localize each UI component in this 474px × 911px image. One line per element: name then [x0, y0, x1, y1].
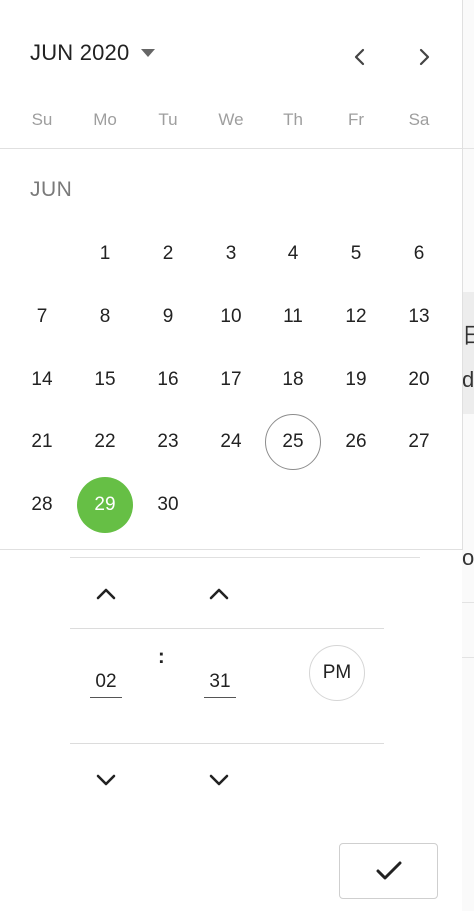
- weekday-header: Su Mo Tu We Th Fr Sa: [0, 110, 462, 136]
- calendar-day[interactable]: 19: [328, 352, 384, 408]
- calendar-day[interactable]: 15: [77, 352, 133, 408]
- chevron-up-icon: [96, 588, 116, 600]
- calendar-panel: JUN 2020 Su Mo Tu We Th Fr Sa JUN 123456…: [0, 0, 463, 550]
- weekday-label: Tu: [158, 110, 178, 129]
- calendar-day[interactable]: 21: [14, 414, 70, 470]
- calendar-day[interactable]: 17: [203, 352, 259, 408]
- calendar-day[interactable]: 7: [14, 289, 70, 345]
- weekday-label: Mo: [93, 110, 117, 129]
- caret-down-icon: [141, 49, 156, 57]
- calendar-day[interactable]: 10: [203, 289, 259, 345]
- weekday-label: Sa: [408, 110, 430, 129]
- background-divider: [462, 657, 474, 658]
- calendar-day[interactable]: 20: [391, 352, 447, 408]
- weekday-label: Th: [283, 110, 303, 129]
- background-divider: [462, 602, 474, 603]
- background-page-edge: 日 de os: [462, 0, 474, 911]
- background-text: os: [462, 545, 474, 570]
- calendar-day[interactable]: 22: [77, 414, 133, 470]
- calendar-day[interactable]: 9: [140, 289, 196, 345]
- calendar-day[interactable]: 1: [77, 226, 133, 282]
- chevron-up-icon: [209, 588, 229, 600]
- time-separator: :: [158, 646, 165, 668]
- confirm-button[interactable]: [339, 843, 438, 899]
- time-picker-top-divider: [70, 557, 420, 558]
- calendar-day[interactable]: 4: [265, 226, 321, 282]
- calendar-day[interactable]: 5: [328, 226, 384, 282]
- weekday-label: Fr: [347, 110, 365, 129]
- weekday-label: Su: [31, 110, 53, 129]
- calendar-day[interactable]: 26: [328, 414, 384, 470]
- calendar-day[interactable]: 13: [391, 289, 447, 345]
- calendar-day[interactable]: 3: [203, 226, 259, 282]
- chevron-left-icon: [354, 48, 365, 66]
- calendar-day[interactable]: 27: [391, 414, 447, 470]
- background-text: 日: [462, 323, 474, 348]
- calendar-day[interactable]: 2: [140, 226, 196, 282]
- next-month-button[interactable]: [407, 40, 441, 74]
- month-heading: JUN: [30, 178, 73, 201]
- calendar-day[interactable]: 14: [14, 352, 70, 408]
- hour-decrement-button[interactable]: [86, 760, 126, 800]
- calendar-day[interactable]: 11: [265, 289, 321, 345]
- background-text: de: [462, 367, 474, 392]
- time-picker-divider: [70, 743, 384, 744]
- calendar-day[interactable]: 8: [77, 289, 133, 345]
- hour-increment-button[interactable]: [86, 574, 126, 614]
- calendar-day[interactable]: 24: [203, 414, 259, 470]
- weekday-label: We: [218, 110, 244, 129]
- time-picker-divider: [70, 628, 384, 629]
- checkmark-icon: [376, 861, 401, 880]
- calendar-day[interactable]: 6: [391, 226, 447, 282]
- calendar-day[interactable]: 23: [140, 414, 196, 470]
- minute-increment-button[interactable]: [199, 574, 239, 614]
- month-year-label: JUN 2020: [30, 40, 130, 65]
- header-divider: [0, 148, 462, 149]
- calendar-day[interactable]: 28: [14, 477, 70, 533]
- background-divider: [462, 148, 474, 149]
- calendar-day-selected[interactable]: 29: [77, 477, 133, 533]
- calendar-day[interactable]: 18: [265, 352, 321, 408]
- date-time-picker-screen: 日 de os JUN 2020 Su Mo Tu We Th Fr: [0, 0, 474, 911]
- am-pm-toggle[interactable]: PM: [309, 645, 365, 701]
- minute-input[interactable]: 31: [204, 671, 236, 698]
- calendar-day[interactable]: 30: [140, 477, 196, 533]
- month-year-dropdown[interactable]: JUN 2020: [30, 40, 156, 66]
- calendar-day[interactable]: 12: [328, 289, 384, 345]
- previous-month-button[interactable]: [343, 40, 377, 74]
- chevron-right-icon: [419, 48, 430, 66]
- chevron-down-icon: [209, 774, 229, 786]
- hour-input[interactable]: 02: [90, 671, 122, 698]
- calendar-day[interactable]: 16: [140, 352, 196, 408]
- calendar-day-today[interactable]: 25: [265, 414, 321, 470]
- background-card: [462, 292, 474, 414]
- chevron-down-icon: [96, 774, 116, 786]
- minute-decrement-button[interactable]: [199, 760, 239, 800]
